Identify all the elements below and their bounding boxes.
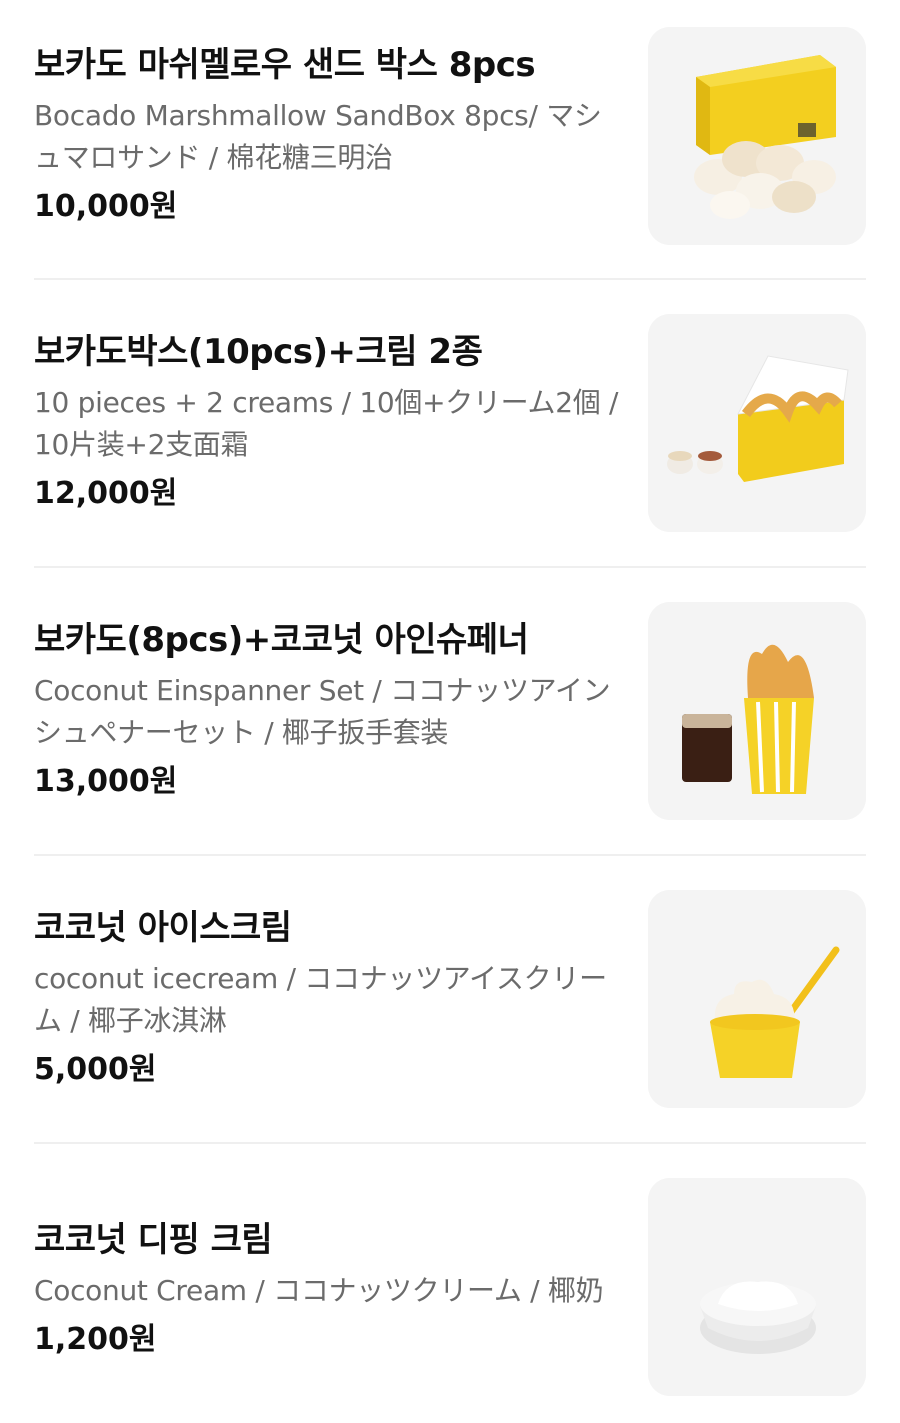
menu-item-name: 코코넛 디핑 크림: [34, 1220, 273, 1260]
menu-item[interactable]: 보카도 마쉬멜로우 샌드 박스 8pcs Bocado Marshmallow …: [34, 27, 866, 245]
menu-item[interactable]: 보카도박스(10pcs)+크림 2종 10 pieces + 2 creams …: [34, 314, 866, 532]
menu-item-price: 5,000원: [34, 1052, 157, 1087]
menu-item-text: 보카도(8pcs)+코코넛 아인슈페너 Coconut Einspanner S…: [34, 618, 624, 802]
divider: [34, 854, 866, 856]
menu-item-description: Bocado Marshmallow SandBox 8pcs/ マシュマロサン…: [34, 99, 602, 174]
icecream-cup-photo: [648, 890, 866, 1108]
menu-item-image[interactable]: [648, 27, 866, 245]
menu-item-price: 1,200원: [34, 1322, 157, 1357]
menu-item-text: 코코넛 디핑 크림 Coconut Cream / ココナッツクリーム / 椰奶…: [34, 1218, 624, 1360]
einspanner-set-photo: [648, 602, 866, 820]
divider: [34, 278, 866, 280]
menu-item-description: Coconut Cream / ココナッツクリーム / 椰奶: [34, 1274, 604, 1307]
dipping-cream-photo: [648, 1178, 866, 1396]
divider: [34, 1142, 866, 1144]
menu-item-price: 12,000원: [34, 476, 178, 511]
bocado-box-with-creams-photo: [648, 314, 866, 532]
menu-item-name: 보카도 마쉬멜로우 샌드 박스 8pcs: [34, 45, 536, 85]
menu-item-name: 보카도박스(10pcs)+크림 2종: [34, 332, 483, 372]
menu-item-description: 10 pieces + 2 creams / 10個+クリーム2個 / 10片装…: [34, 386, 619, 461]
menu-item-name: 보카도(8pcs)+코코넛 아인슈페너: [34, 620, 529, 660]
menu-item-image[interactable]: [648, 1178, 866, 1396]
menu-item-text: 보카도 마쉬멜로우 샌드 박스 8pcs Bocado Marshmallow …: [34, 43, 624, 227]
menu-item[interactable]: 코코넛 디핑 크림 Coconut Cream / ココナッツクリーム / 椰奶…: [34, 1178, 866, 1396]
menu-item-image[interactable]: [648, 890, 866, 1108]
menu-item-price: 10,000원: [34, 189, 178, 224]
menu-item-image[interactable]: [648, 602, 866, 820]
menu-item-name: 코코넛 아이스크림: [34, 908, 292, 948]
menu-item[interactable]: 보카도(8pcs)+코코넛 아인슈페너 Coconut Einspanner S…: [34, 602, 866, 820]
divider: [34, 566, 866, 568]
menu-item-text: 보카도박스(10pcs)+크림 2종 10 pieces + 2 creams …: [34, 330, 624, 514]
menu-item-description: Coconut Einspanner Set / ココナッツアインシュペナーセッ…: [34, 674, 611, 749]
menu-item-image[interactable]: [648, 314, 866, 532]
marshmallow-box-photo: [648, 27, 866, 245]
menu-item-text: 코코넛 아이스크림 coconut icecream / ココナッツアイスクリー…: [34, 906, 624, 1090]
menu-item-description: coconut icecream / ココナッツアイスクリーム / 椰子冰淇淋: [34, 962, 607, 1037]
menu-item-price: 13,000원: [34, 764, 178, 799]
menu-item[interactable]: 코코넛 아이스크림 coconut icecream / ココナッツアイスクリー…: [34, 890, 866, 1108]
